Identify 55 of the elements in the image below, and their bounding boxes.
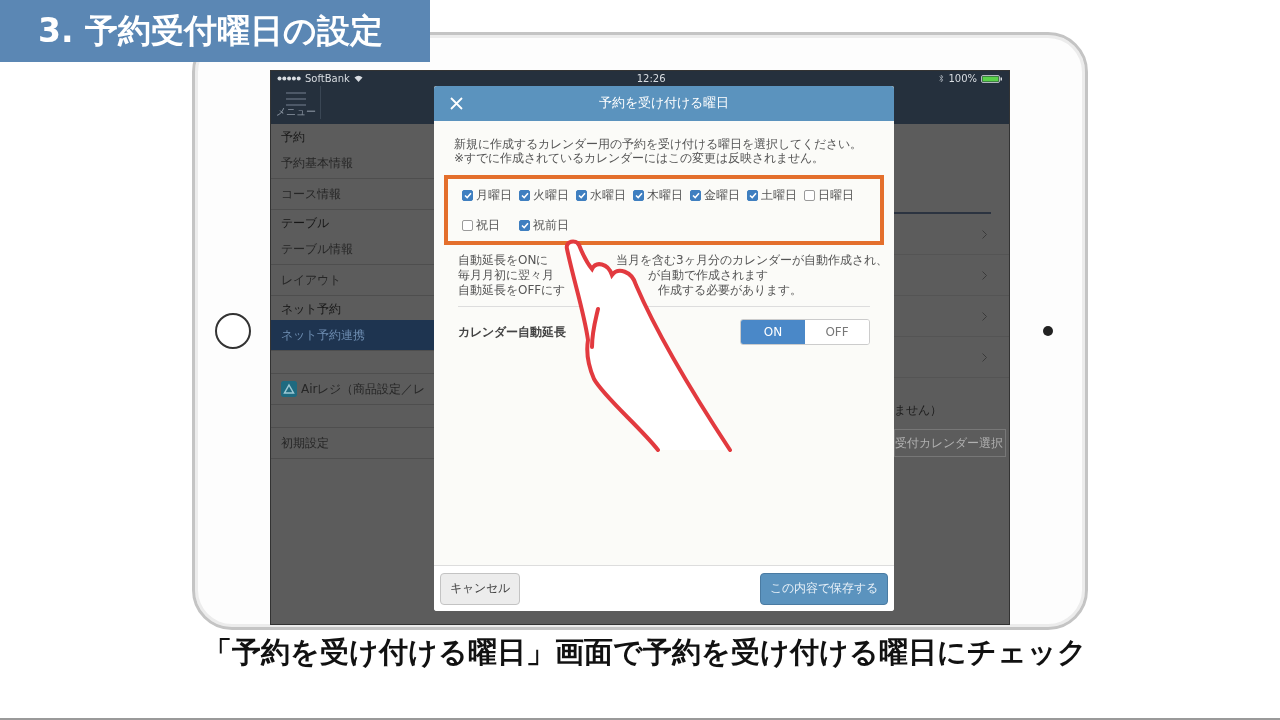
checkbox-label: 日曜日 (818, 187, 854, 204)
checkbox[interactable] (804, 190, 815, 201)
cancel-button[interactable]: キャンセル (440, 572, 520, 605)
caption-text: 「予約を受け付ける曜日」画面で予約を受け付ける曜日にチェック (203, 635, 1087, 669)
save-button[interactable]: この内容で保存する (760, 572, 888, 605)
checkbox-label: 水曜日 (590, 187, 626, 204)
checkbox[interactable] (519, 190, 530, 201)
chevron-icon (982, 352, 987, 362)
triangle-app-icon (281, 381, 297, 397)
toggle-option[interactable]: ON (741, 320, 805, 344)
note-text: が自動で作成されます (648, 268, 768, 283)
checkbox[interactable] (690, 190, 701, 201)
section-header: テーブル (281, 215, 329, 232)
menu-icon (285, 92, 306, 106)
note-text: 毎月月初に翌々月 (458, 268, 554, 282)
checkbox-label: 火曜日 (533, 187, 569, 204)
note-text: ません） (894, 403, 942, 417)
close-icon[interactable] (450, 97, 463, 110)
bluetooth-icon (939, 74, 945, 83)
checkbox-label: 祝前日 (533, 217, 569, 234)
checkbox[interactable] (747, 190, 758, 201)
checkbox-label: 祝日 (476, 217, 500, 234)
camera-dot (1042, 326, 1053, 336)
checkbox-label: 月曜日 (476, 187, 512, 204)
checkbox-label: 木曜日 (647, 187, 683, 204)
chevron-icon (982, 311, 987, 321)
note-text: 自動延長をONに (458, 253, 549, 267)
chevron-icon (982, 270, 987, 280)
note-text: 当月を含む3ヶ月分のカレンダーが自動作成され、 (616, 253, 888, 268)
checkbox-label: 土曜日 (761, 187, 797, 204)
checkbox-label: 金曜日 (704, 187, 740, 204)
checkbox[interactable] (576, 190, 587, 201)
description-text: 新規に作成するカレンダー用の予約を受け付ける曜日を選択してください。 (454, 137, 863, 151)
wifi-icon (353, 75, 363, 82)
carrier-name: SoftBank (305, 73, 350, 84)
clock-time: 12:26 (635, 73, 667, 84)
toggle-option[interactable]: OFF (805, 320, 869, 344)
setting-label: カレンダー自動延長 (458, 324, 566, 339)
calendar-select-button[interactable]: 受付カレンダー選択 (894, 429, 1006, 457)
checkbox[interactable] (462, 220, 473, 231)
dialog-title: 予約を受け付ける曜日 (599, 95, 729, 110)
sidebar-item[interactable]: ネット予約連携 (271, 320, 434, 351)
section-header: 予約 (281, 129, 305, 146)
checkbox[interactable] (519, 220, 530, 231)
checkbox[interactable] (633, 190, 644, 201)
battery-percent: 100% (948, 73, 977, 84)
battery-icon (981, 74, 1003, 83)
chevron-icon (982, 229, 987, 239)
note-text: 自動延長をOFFにす (458, 283, 566, 297)
home-button[interactable] (214, 313, 251, 349)
signal-icon (277, 76, 301, 81)
checkbox[interactable] (462, 190, 473, 201)
note-text: 作成する必要があります。 (658, 283, 802, 298)
description-text: ※すでに作成されているカレンダーにはこの変更は反映されません。 (454, 151, 826, 165)
step-title: 3. 予約受付曜日の設定 (0, 0, 430, 62)
